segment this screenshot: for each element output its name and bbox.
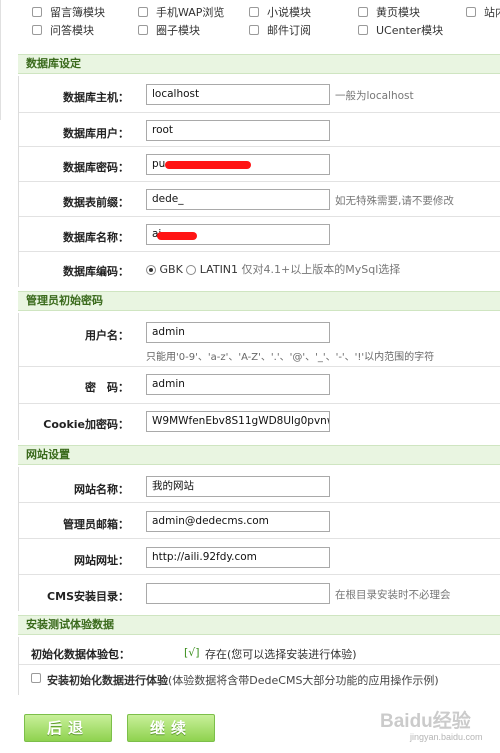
back-button[interactable]: 后退 (24, 714, 112, 742)
demo-form: 初始化数据体验包： [√] 存在(您可以选择安装进行体验) 安装初始化数据进行体… (18, 637, 500, 695)
admin-password-input[interactable]: admin (146, 374, 330, 395)
db-password-label: 数据库密码： (63, 161, 129, 174)
cookie-label: Cookie加密码： (43, 418, 129, 431)
db-charset-label: 数据库编码： (63, 265, 129, 278)
row-db-prefix: 数据表前缀： dede_ 如无特殊需要,请不要修改 (19, 182, 500, 217)
redaction-mark (165, 161, 251, 169)
row-db-host: 数据库主机： localhost 一般为localhost (19, 76, 500, 113)
module-site[interactable]: 站内 (466, 4, 500, 20)
demo-install-text: 安装初始化数据进行体验(体验数据将含带DedeCMS大部分功能的应用操作示例) (47, 672, 439, 688)
row-cookie: Cookie加密码： W9MWfenEbv8S11gWD8Ulg0pvnwT (19, 404, 500, 440)
charset-latin-radio[interactable] (186, 265, 197, 275)
cookie-input[interactable]: W9MWfenEbv8S11gWD8Ulg0pvnwT (146, 411, 330, 432)
db-user-input[interactable]: root (146, 120, 330, 141)
demo-init-status: 存在(您可以选择安装进行体验) (205, 648, 357, 661)
admin-email-label: 管理员邮箱： (63, 518, 129, 531)
row-admin-password: 密 码： admin (19, 367, 500, 404)
checkbox[interactable] (358, 7, 368, 17)
checkbox[interactable] (249, 7, 259, 17)
module-mail[interactable]: 邮件订阅 (249, 22, 311, 38)
checkbox[interactable] (138, 25, 148, 35)
section-site: 网站设置 (18, 445, 500, 465)
db-prefix-label: 数据表前缀： (63, 196, 129, 209)
row-db-name: 数据库名称： ai (19, 217, 500, 252)
row-db-password: 数据库密码： pu (19, 147, 500, 182)
row-site-name: 网站名称： 我的网站 (19, 467, 500, 503)
left-border (0, 0, 1, 120)
section-admin: 管理员初始密码 (18, 291, 500, 311)
admin-form: 用户名： admin 只能用'0-9'、'a-z'、'A-Z'、'.'、'@'、… (18, 313, 500, 440)
demo-init-label: 初始化数据体验包： (31, 648, 130, 661)
module-ucenter[interactable]: UCenter模块 (358, 22, 443, 38)
db-prefix-input[interactable]: dede_ (146, 189, 330, 210)
site-url-input[interactable]: http://aili.92fdy.com (146, 547, 330, 568)
row-db-user: 数据库用户： root (19, 113, 500, 147)
watermark-brand: Baidu经验 (380, 711, 471, 732)
admin-user-hint: 只能用'0-9'、'a-z'、'A-Z'、'.'、'@'、'_'、'-'、'!'… (146, 352, 435, 363)
cms-dir-label: CMS安装目录： (47, 590, 129, 603)
redaction-mark (157, 232, 197, 240)
db-password-value: pu (152, 158, 166, 170)
cms-dir-hint: 在根目录安装时不必理会 (335, 589, 451, 601)
row-admin-user: 用户名： admin 只能用'0-9'、'a-z'、'A-Z'、'.'、'@'、… (19, 313, 500, 367)
watermark-url: jingyan.baidu.com (410, 732, 483, 742)
checkbox[interactable] (358, 25, 368, 35)
demo-install-checkbox[interactable] (31, 673, 41, 683)
charset-options: GBK LATIN1 仅对4.1+以上版本的MySql选择 (146, 261, 400, 277)
demo-init-check: [√] (184, 646, 200, 659)
row-db-charset: 数据库编码： GBK LATIN1 仅对4.1+以上版本的MySql选择 (19, 252, 500, 287)
demo-install-label: 安装初始化数据进行体验 (47, 674, 168, 687)
module-novel[interactable]: 小说模块 (249, 4, 311, 20)
checkbox[interactable] (32, 7, 42, 17)
site-form: 网站名称： 我的网站 管理员邮箱： admin@dedecms.com 网站网址… (18, 467, 500, 611)
charset-hint: 仅对4.1+以上版本的MySql选择 (241, 263, 401, 276)
checkbox[interactable] (249, 25, 259, 35)
row-demo-init: 初始化数据体验包： [√] 存在(您可以选择安装进行体验) (19, 637, 500, 665)
admin-email-input[interactable]: admin@dedecms.com (146, 511, 330, 532)
charset-gbk-radio[interactable] (146, 265, 156, 275)
continue-button[interactable]: 继续 (127, 714, 215, 742)
site-url-label: 网站网址： (74, 554, 129, 567)
row-site-url: 网站网址： http://aili.92fdy.com (19, 539, 500, 575)
checkbox[interactable] (138, 7, 148, 17)
admin-password-label: 密 码： (85, 381, 129, 394)
row-demo-install: 安装初始化数据进行体验(体验数据将含带DedeCMS大部分功能的应用操作示例) (19, 665, 500, 695)
db-host-label: 数据库主机： (63, 91, 129, 104)
module-yellowpage[interactable]: 黄页模块 (358, 4, 420, 20)
module-group[interactable]: 圈子模块 (138, 22, 200, 38)
db-prefix-hint: 如无特殊需要,请不要修改 (335, 195, 454, 207)
row-cms-dir: CMS安装目录： 在根目录安装时不必理会 (19, 575, 500, 611)
database-form: 数据库主机： localhost 一般为localhost 数据库用户： roo… (18, 76, 500, 287)
demo-install-desc: (体验数据将含带DedeCMS大部分功能的应用操作示例) (168, 674, 439, 687)
db-host-hint: 一般为localhost (335, 90, 414, 102)
row-admin-email: 管理员邮箱： admin@dedecms.com (19, 503, 500, 539)
checkbox[interactable] (466, 7, 476, 17)
charset-gbk-label: GBK (159, 263, 183, 276)
cms-dir-input[interactable] (146, 583, 330, 604)
admin-user-input[interactable]: admin (146, 322, 330, 343)
db-user-label: 数据库用户： (63, 127, 129, 140)
module-options: 留言簿模块 手机WAP浏览 小说模块 黄页模块 站内 问答模块 圈子模块 邮件订… (0, 0, 500, 48)
db-host-input[interactable]: localhost (146, 84, 330, 105)
admin-user-label: 用户名： (85, 329, 129, 342)
db-name-label: 数据库名称： (63, 231, 129, 244)
module-ask[interactable]: 问答模块 (32, 22, 94, 38)
module-wap[interactable]: 手机WAP浏览 (138, 4, 224, 20)
site-name-input[interactable]: 我的网站 (146, 476, 330, 497)
checkbox[interactable] (32, 25, 42, 35)
baidu-watermark: Baidu经验 jingyan.baidu.com (380, 706, 495, 746)
section-database: 数据库设定 (18, 54, 500, 74)
db-password-input[interactable]: pu (146, 154, 330, 175)
site-name-label: 网站名称： (74, 483, 129, 496)
module-guestbook[interactable]: 留言簿模块 (32, 4, 105, 20)
db-name-input[interactable]: ai (146, 224, 330, 245)
charset-latin-label: LATIN1 (199, 263, 239, 276)
section-demo: 安装测试体验数据 (18, 615, 500, 635)
